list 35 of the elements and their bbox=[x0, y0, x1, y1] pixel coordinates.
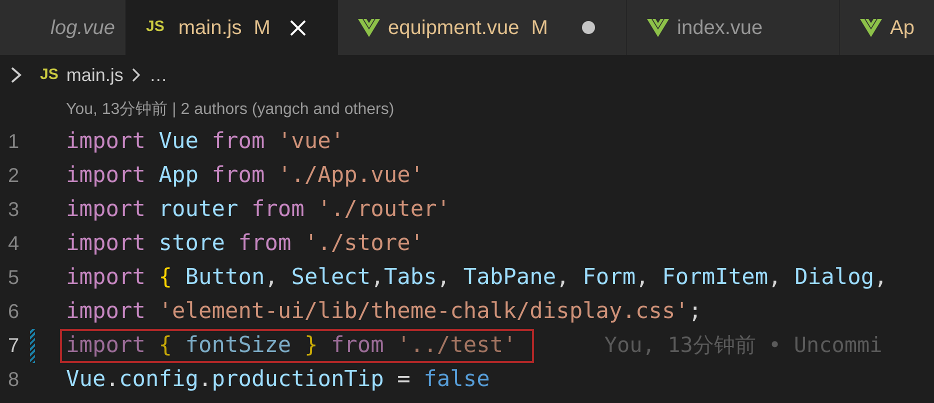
git-status: M bbox=[531, 16, 548, 40]
editor-tab[interactable]: equipment.vue M bbox=[338, 0, 627, 55]
breadcrumb-item[interactable]: … bbox=[149, 62, 168, 88]
chevron-right-icon bbox=[131, 67, 142, 83]
code-line: import App from './App.vue' bbox=[66, 162, 424, 190]
line-number: 8 bbox=[8, 368, 20, 393]
git-status: M bbox=[254, 16, 270, 40]
line-number: 5 bbox=[8, 266, 20, 291]
editor-tab[interactable]: Ap bbox=[840, 0, 934, 55]
chevron-right-icon[interactable] bbox=[10, 66, 22, 84]
code-line: import store from './store' bbox=[66, 230, 424, 258]
code-line: import Vue from 'vue' bbox=[66, 128, 344, 156]
inline-blame: You, 13分钟前 • Uncommi bbox=[604, 332, 882, 360]
line-number: 6 bbox=[8, 300, 20, 325]
code-line: import 'element-ui/lib/theme-chalk/display.css'; bbox=[66, 298, 702, 326]
line-number: 2 bbox=[8, 164, 20, 189]
line-number: 7 bbox=[8, 334, 20, 359]
line-number: 1 bbox=[8, 130, 20, 155]
breadcrumb-item[interactable]: main.js bbox=[66, 62, 124, 88]
editor-tab[interactable]: JS main.js M bbox=[126, 0, 338, 55]
change-marker[interactable] bbox=[30, 329, 35, 363]
code-line: import router from './router' bbox=[66, 196, 450, 224]
code-line: import { Button, Select,Tabs, TabPane, Form, FormItem, Dialog, bbox=[66, 264, 888, 292]
js-file-icon: JS bbox=[40, 64, 58, 86]
code-line: Vue.config.productionTip = false bbox=[66, 366, 490, 394]
close-icon[interactable] bbox=[290, 20, 306, 36]
editor-tab[interactable]: index.vue bbox=[627, 0, 840, 55]
editor-tab[interactable]: log.vue bbox=[0, 0, 126, 55]
vue-file-icon bbox=[358, 18, 380, 38]
codelens-text[interactable]: You, 13分钟前 | 2 authors (yangch and others) bbox=[66, 98, 394, 122]
vue-file-icon bbox=[860, 18, 882, 38]
line-number: 4 bbox=[8, 232, 20, 257]
js-file-icon: JS bbox=[146, 16, 164, 39]
vue-file-icon bbox=[647, 18, 669, 38]
line-number: 3 bbox=[8, 198, 20, 223]
